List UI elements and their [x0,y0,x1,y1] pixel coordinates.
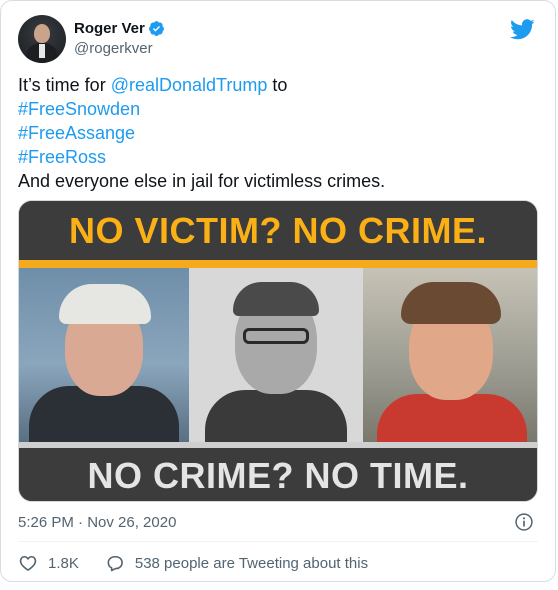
portrait-center-glasses [243,328,309,344]
tweet-actions: 1.8K 538 people are Tweeting about this [18,553,368,573]
portrait-right-hair [401,282,501,324]
twitter-bird-icon[interactable] [510,19,535,40]
hashtag-free-assange[interactable]: #FreeAssange [18,121,538,145]
hashtag-free-snowden[interactable]: #FreeSnowden [18,97,538,121]
tweet-line-1: It’s time for @realDonaldTrump to [18,73,538,97]
tweet-line-1-prefix: It’s time for [18,75,111,95]
info-icon[interactable] [514,512,534,532]
tweet-text: It’s time for @realDonaldTrump to #FreeS… [18,73,538,193]
conversation-link[interactable]: 538 people are Tweeting about this [105,553,368,573]
author-handle[interactable]: @rogerkver [74,40,153,57]
heart-icon [19,555,37,571]
portrait-photo-center [189,268,363,442]
tweet-timestamp[interactable]: 5:26 PM · Nov 26, 2020 [18,514,176,531]
mention-link[interactable]: @realDonaldTrump [111,75,268,95]
portrait-photo-left [19,268,189,442]
portrait-right-shirt [377,394,527,442]
portrait-left-hair [59,284,151,324]
tweet-closing-line: And everyone else in jail for victimless… [18,171,386,191]
like-button[interactable]: 1.8K [18,553,79,573]
avatar[interactable] [18,15,66,63]
tweet-card: Roger Ver @rogerkver It’s time for @real… [0,0,556,582]
media-banner-top: NO VICTIM? NO CRIME. [19,201,537,260]
author-name-row[interactable]: Roger Ver [74,20,165,37]
media-photo-strip [19,268,537,442]
verified-badge-icon [148,21,164,36]
media-headline-top: NO VICTIM? NO CRIME. [69,209,487,251]
action-separator [18,541,538,542]
media-accent-bar [19,260,537,268]
author-display-name[interactable]: Roger Ver [74,20,145,37]
avatar-face [34,24,50,43]
media-headline-bottom: NO CRIME? NO TIME. [87,454,469,496]
reply-bubble-icon [107,555,123,572]
tweet-line-1-suffix: to [267,75,288,95]
portrait-photo-right [363,268,537,442]
media-banner-bottom: NO CRIME? NO TIME. [19,448,537,501]
conversation-text: 538 people are Tweeting about this [134,554,369,572]
tweet-media-image[interactable]: NO VICTIM? NO CRIME. NO CRIME? NO TIME. [18,200,538,502]
portrait-center-shirt [205,390,347,442]
hashtag-free-ross[interactable]: #FreeRoss [18,145,538,169]
avatar-shirt [39,44,45,58]
portrait-center-hair [233,282,319,316]
like-count: 1.8K [48,554,79,572]
